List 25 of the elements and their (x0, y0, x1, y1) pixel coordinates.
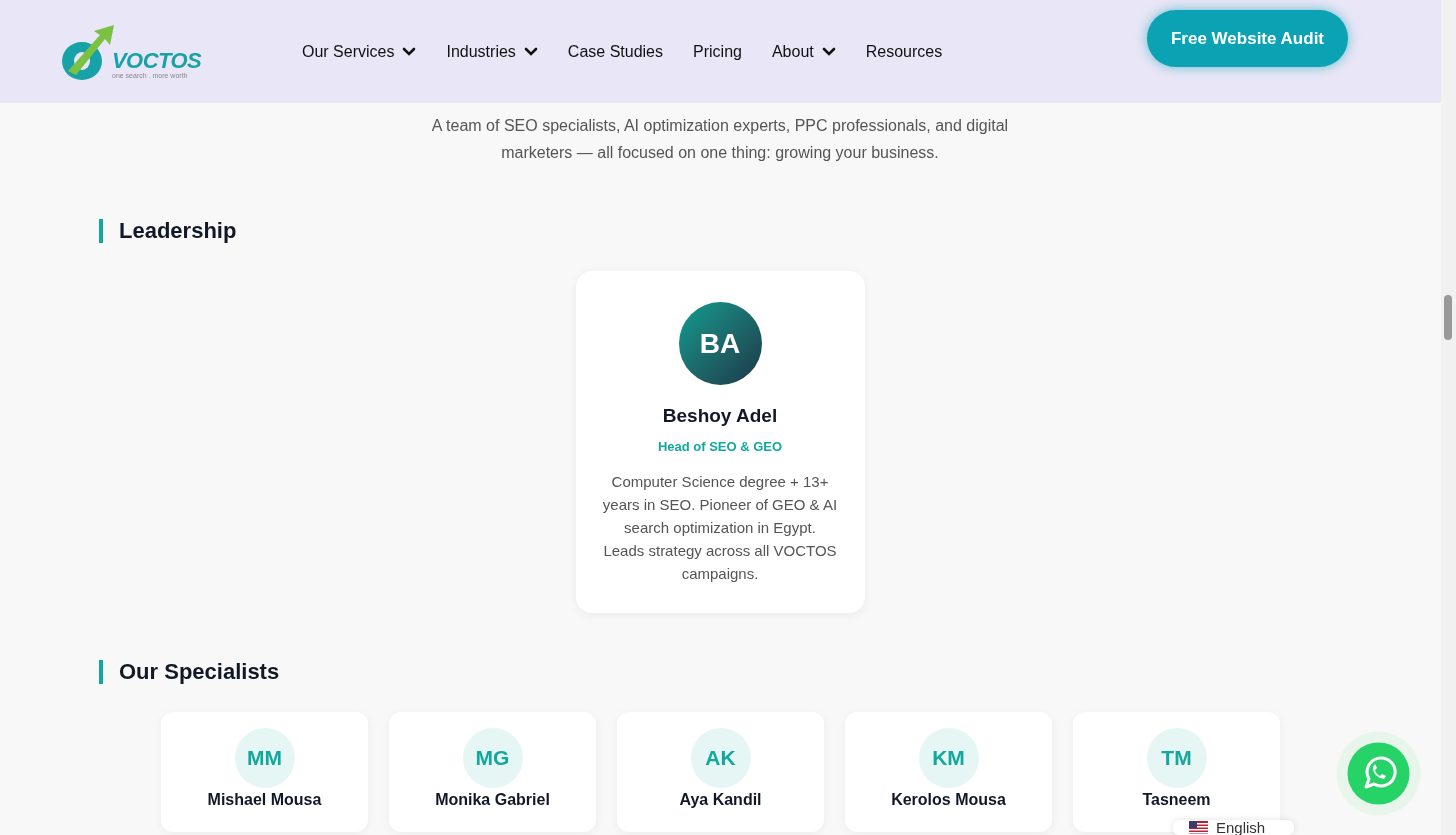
nav-link[interactable]: About (771, 39, 836, 64)
intro-text: A team of SEO specialists, AI optimization experts, PPC professionals, and digital marketers — all focused on one thing: growing your business. (430, 116, 1010, 163)
avatar-initials: KM (918, 728, 979, 788)
member-name: Monika Gabriel (435, 791, 550, 809)
avatar-initials: MG (462, 728, 523, 788)
member-bio: Computer Science degree + 13+ years in SEO. Pioneer of GEO & AI search optimization in Egypt. Leads strategy across all VOCTOS campaigns. (602, 472, 838, 584)
nav-link[interactable]: Industries (446, 39, 538, 64)
nav-link[interactable]: Our Services (302, 39, 417, 64)
section-heading: Leadership (119, 217, 237, 245)
avatar-initials: MM (234, 728, 295, 788)
member-name: Kerolos Mousa (891, 791, 1006, 809)
nav-link[interactable]: Resources (865, 39, 943, 64)
section-heading: Our Specialists (119, 658, 280, 686)
avatar-initials: BA (678, 302, 762, 385)
whatsapp-button[interactable] (1336, 731, 1421, 816)
nav-link[interactable]: Pricing (693, 39, 742, 64)
member-name: Aya Kandil (679, 791, 762, 809)
avatar-initials: AK (690, 728, 751, 788)
member-name: Beshoy Adel (662, 404, 778, 428)
member-role: Head of SEO & GEO (657, 437, 783, 456)
avatar-initials: TM (1146, 728, 1207, 788)
member-name: Tasneem (1142, 791, 1211, 809)
logo-wordmark: VOCTOS (112, 49, 202, 72)
member-name: Mishael Mousa (207, 791, 322, 809)
nav-link[interactable]: Case Studies (567, 39, 663, 64)
